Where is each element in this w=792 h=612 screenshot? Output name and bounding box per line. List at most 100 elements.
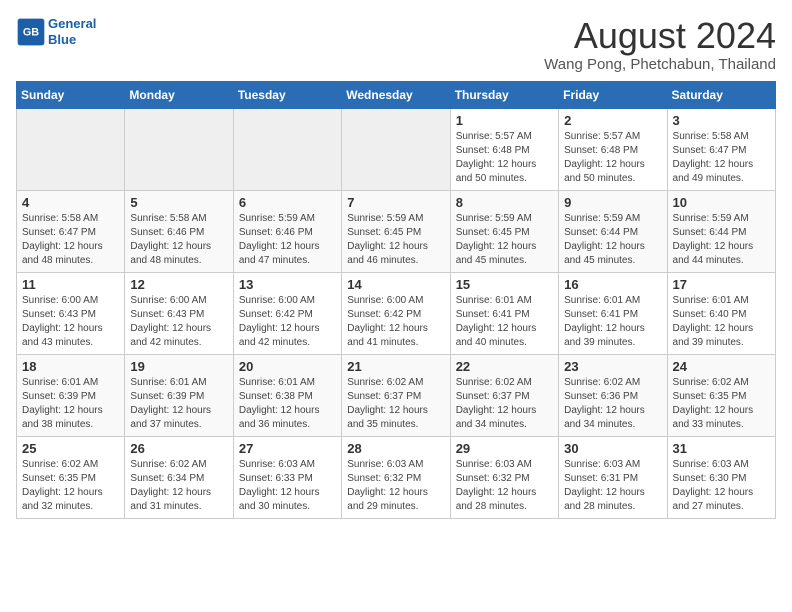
svg-text:GB: GB xyxy=(23,26,39,38)
calendar-cell xyxy=(342,108,450,190)
cell-info: Sunrise: 6:03 AM Sunset: 6:32 PM Dayligh… xyxy=(347,458,444,514)
calendar-cell: 11 Sunrise: 6:00 AM Sunset: 6:43 PM Dayli… xyxy=(17,272,125,354)
logo-line1: General xyxy=(48,16,96,31)
calendar-cell: 4 Sunrise: 5:58 AM Sunset: 6:47 PM Daylig… xyxy=(17,190,125,272)
cell-date: 21 xyxy=(347,359,444,374)
cell-info: Sunrise: 6:01 AM Sunset: 6:38 PM Dayligh… xyxy=(239,376,336,432)
calendar-cell: 17Sunrise: 6:01 AM Sunset: 6:40 PM Dayli… xyxy=(667,272,775,354)
day-header-tuesday: Tuesday xyxy=(233,81,341,108)
calendar-week-4: 18 Sunrise: 6:01 AM Sunset: 6:39 PM Dayli… xyxy=(17,354,776,436)
cell-info: Sunrise: 6:03 AM Sunset: 6:30 PM Dayligh… xyxy=(673,458,770,514)
cell-date: 1 xyxy=(456,113,553,128)
logo-line2: Blue xyxy=(48,32,76,47)
calendar-cell: 20 Sunrise: 6:01 AM Sunset: 6:38 PM Dayli… xyxy=(233,354,341,436)
cell-date: 4 xyxy=(22,195,119,210)
cell-info: Sunrise: 5:59 AM Sunset: 6:44 PM Dayligh… xyxy=(564,212,661,268)
cell-date: 14 xyxy=(347,277,444,292)
cell-date: 26 xyxy=(130,441,227,456)
calendar-cell: 6 Sunrise: 5:59 AM Sunset: 6:46 PM Daylig… xyxy=(233,190,341,272)
cell-info: Sunrise: 5:59 AM Sunset: 6:44 PM Dayligh… xyxy=(673,212,770,268)
cell-info: Sunrise: 5:59 AM Sunset: 6:45 PM Dayligh… xyxy=(456,212,553,268)
calendar-cell: 14Sunrise: 6:00 AM Sunset: 6:42 PM Dayli… xyxy=(342,272,450,354)
calendar-cell: 12Sunrise: 6:00 AM Sunset: 6:43 PM Dayli… xyxy=(125,272,233,354)
cell-info: Sunrise: 5:58 AM Sunset: 6:46 PM Dayligh… xyxy=(130,212,227,268)
title-block: August 2024 Wang Pong, Phetchabun, Thail… xyxy=(544,16,776,73)
cell-info: Sunrise: 6:02 AM Sunset: 6:35 PM Dayligh… xyxy=(673,376,770,432)
day-header-thursday: Thursday xyxy=(450,81,558,108)
calendar-cell: 10 Sunrise: 5:59 AM Sunset: 6:44 PM Dayli… xyxy=(667,190,775,272)
calendar-cell: 18 Sunrise: 6:01 AM Sunset: 6:39 PM Dayli… xyxy=(17,354,125,436)
calendar-table: SundayMondayTuesdayWednesdayThursdayFrid… xyxy=(16,81,776,519)
cell-date: 18 xyxy=(22,359,119,374)
page-header: GB General Blue August 2024 Wang Pong, P… xyxy=(16,16,776,73)
cell-date: 5 xyxy=(130,195,227,210)
day-header-wednesday: Wednesday xyxy=(342,81,450,108)
calendar-week-3: 11 Sunrise: 6:00 AM Sunset: 6:43 PM Dayli… xyxy=(17,272,776,354)
cell-date: 19 xyxy=(130,359,227,374)
cell-date: 20 xyxy=(239,359,336,374)
calendar-cell: 30 Sunrise: 6:03 AM Sunset: 6:31 PM Dayli… xyxy=(559,436,667,518)
cell-date: 6 xyxy=(239,195,336,210)
logo-icon: GB xyxy=(16,17,46,47)
cell-date: 12 xyxy=(130,277,227,292)
cell-info: Sunrise: 5:58 AM Sunset: 6:47 PM Dayligh… xyxy=(673,130,770,186)
cell-date: 29 xyxy=(456,441,553,456)
calendar-week-2: 4 Sunrise: 5:58 AM Sunset: 6:47 PM Daylig… xyxy=(17,190,776,272)
calendar-cell: 22 Sunrise: 6:02 AM Sunset: 6:37 PM Dayli… xyxy=(450,354,558,436)
calendar-cell: 24Sunrise: 6:02 AM Sunset: 6:35 PM Dayli… xyxy=(667,354,775,436)
cell-info: Sunrise: 6:01 AM Sunset: 6:41 PM Dayligh… xyxy=(564,294,661,350)
main-title: August 2024 xyxy=(544,16,776,56)
cell-info: Sunrise: 6:01 AM Sunset: 6:39 PM Dayligh… xyxy=(130,376,227,432)
calendar-cell: 29Sunrise: 6:03 AM Sunset: 6:32 PM Dayli… xyxy=(450,436,558,518)
cell-info: Sunrise: 6:01 AM Sunset: 6:39 PM Dayligh… xyxy=(22,376,119,432)
calendar-cell: 13 Sunrise: 6:00 AM Sunset: 6:42 PM Dayli… xyxy=(233,272,341,354)
calendar-cell: 8 Sunrise: 5:59 AM Sunset: 6:45 PM Daylig… xyxy=(450,190,558,272)
cell-info: Sunrise: 6:03 AM Sunset: 6:33 PM Dayligh… xyxy=(239,458,336,514)
day-header-monday: Monday xyxy=(125,81,233,108)
cell-date: 15 xyxy=(456,277,553,292)
cell-date: 23 xyxy=(564,359,661,374)
calendar-cell: 19 Sunrise: 6:01 AM Sunset: 6:39 PM Dayli… xyxy=(125,354,233,436)
day-header-saturday: Saturday xyxy=(667,81,775,108)
calendar-cell: 25Sunrise: 6:02 AM Sunset: 6:35 PM Dayli… xyxy=(17,436,125,518)
cell-info: Sunrise: 5:59 AM Sunset: 6:45 PM Dayligh… xyxy=(347,212,444,268)
cell-date: 13 xyxy=(239,277,336,292)
cell-info: Sunrise: 5:59 AM Sunset: 6:46 PM Dayligh… xyxy=(239,212,336,268)
cell-date: 10 xyxy=(673,195,770,210)
cell-info: Sunrise: 6:02 AM Sunset: 6:37 PM Dayligh… xyxy=(456,376,553,432)
calendar-week-5: 25Sunrise: 6:02 AM Sunset: 6:35 PM Dayli… xyxy=(17,436,776,518)
logo: GB General Blue xyxy=(16,16,96,47)
cell-info: Sunrise: 5:58 AM Sunset: 6:47 PM Dayligh… xyxy=(22,212,119,268)
calendar-cell xyxy=(233,108,341,190)
cell-info: Sunrise: 6:02 AM Sunset: 6:35 PM Dayligh… xyxy=(22,458,119,514)
cell-date: 16 xyxy=(564,277,661,292)
calendar-cell: 23 Sunrise: 6:02 AM Sunset: 6:36 PM Dayli… xyxy=(559,354,667,436)
cell-info: Sunrise: 6:02 AM Sunset: 6:37 PM Dayligh… xyxy=(347,376,444,432)
calendar-cell: 15 Sunrise: 6:01 AM Sunset: 6:41 PM Dayli… xyxy=(450,272,558,354)
logo-text: General Blue xyxy=(48,16,96,47)
calendar-cell xyxy=(17,108,125,190)
calendar-cell: 21 Sunrise: 6:02 AM Sunset: 6:37 PM Dayli… xyxy=(342,354,450,436)
cell-info: Sunrise: 6:03 AM Sunset: 6:31 PM Dayligh… xyxy=(564,458,661,514)
cell-date: 7 xyxy=(347,195,444,210)
cell-date: 30 xyxy=(564,441,661,456)
calendar-cell xyxy=(125,108,233,190)
cell-date: 22 xyxy=(456,359,553,374)
cell-date: 8 xyxy=(456,195,553,210)
cell-info: Sunrise: 6:01 AM Sunset: 6:41 PM Dayligh… xyxy=(456,294,553,350)
calendar-cell: 27 Sunrise: 6:03 AM Sunset: 6:33 PM Dayli… xyxy=(233,436,341,518)
calendar-cell: 2Sunrise: 5:57 AM Sunset: 6:48 PM Daylig… xyxy=(559,108,667,190)
cell-info: Sunrise: 5:57 AM Sunset: 6:48 PM Dayligh… xyxy=(564,130,661,186)
calendar-header-row: SundayMondayTuesdayWednesdayThursdayFrid… xyxy=(17,81,776,108)
cell-date: 11 xyxy=(22,277,119,292)
cell-info: Sunrise: 5:57 AM Sunset: 6:48 PM Dayligh… xyxy=(456,130,553,186)
cell-date: 9 xyxy=(564,195,661,210)
cell-info: Sunrise: 6:00 AM Sunset: 6:43 PM Dayligh… xyxy=(22,294,119,350)
cell-info: Sunrise: 6:01 AM Sunset: 6:40 PM Dayligh… xyxy=(673,294,770,350)
cell-date: 31 xyxy=(673,441,770,456)
subtitle: Wang Pong, Phetchabun, Thailand xyxy=(544,56,776,73)
cell-date: 27 xyxy=(239,441,336,456)
calendar-cell: 9 Sunrise: 5:59 AM Sunset: 6:44 PM Daylig… xyxy=(559,190,667,272)
cell-info: Sunrise: 6:02 AM Sunset: 6:36 PM Dayligh… xyxy=(564,376,661,432)
cell-info: Sunrise: 6:00 AM Sunset: 6:42 PM Dayligh… xyxy=(239,294,336,350)
